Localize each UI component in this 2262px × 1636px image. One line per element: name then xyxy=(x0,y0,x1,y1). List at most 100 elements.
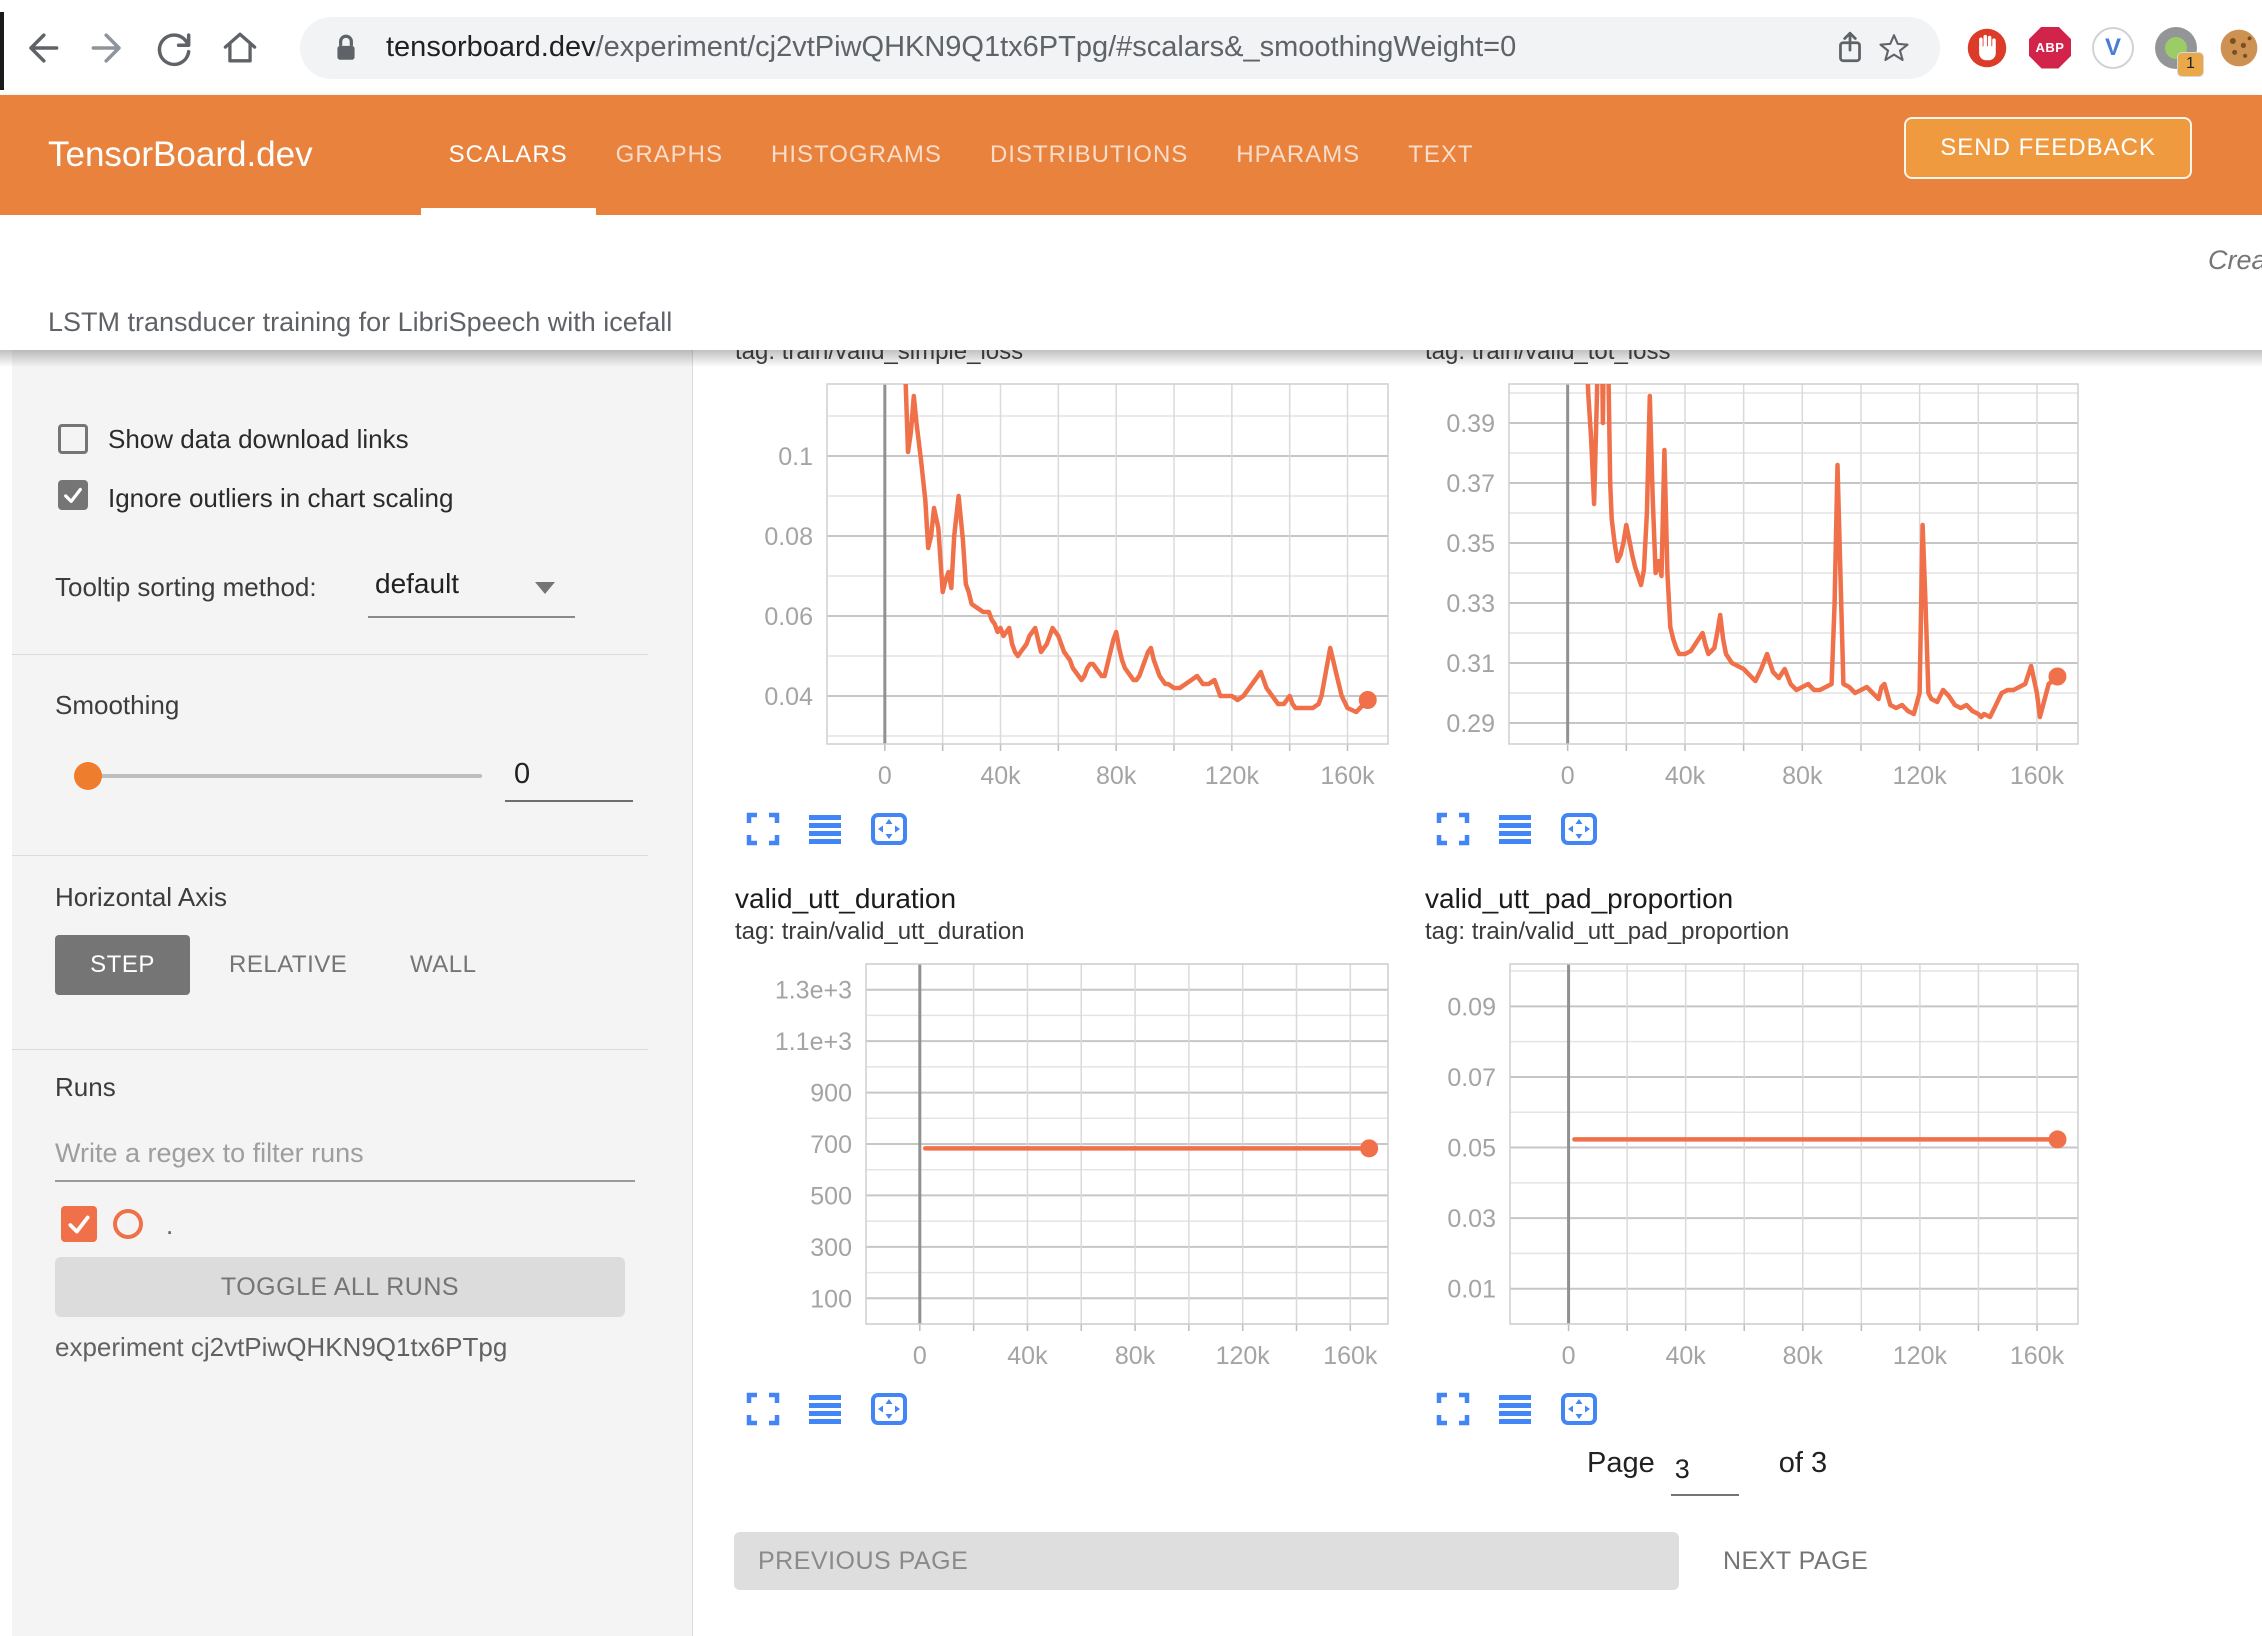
svg-text:80k: 80k xyxy=(1783,1342,1824,1370)
pan-zoom-icon[interactable] xyxy=(1559,811,1599,847)
main-content: Show data download links Ignore outliers… xyxy=(0,350,2262,1636)
next-page-button[interactable]: NEXT PAGE xyxy=(1717,1546,1874,1577)
page-label: Page xyxy=(1587,1447,1655,1480)
share-icon[interactable] xyxy=(1828,26,1872,70)
smoothing-value-underline xyxy=(505,800,633,802)
axis-relative-button[interactable]: RELATIVE xyxy=(223,950,353,980)
experiment-description: LSTM transducer training for LibriSpeech… xyxy=(48,307,672,338)
svg-text:160k: 160k xyxy=(1320,762,1375,790)
scalar-chart[interactable]: 1003005007009001.1e+31.3e+3040k80k120k16… xyxy=(723,949,1413,1379)
svg-text:80k: 80k xyxy=(1782,762,1823,790)
page-number-input[interactable]: 3 xyxy=(1671,1453,1739,1496)
bookmark-star-icon[interactable] xyxy=(1872,26,1916,70)
reload-icon xyxy=(152,26,196,70)
svg-text:120k: 120k xyxy=(1893,762,1948,790)
chart-tag: tag: train/valid_tot_loss xyxy=(1413,350,2103,369)
chart-toolbar xyxy=(723,799,1413,859)
pan-zoom-icon[interactable] xyxy=(1559,1391,1599,1427)
tooltip-sorting-dropdown[interactable]: default xyxy=(375,568,459,600)
smoothing-value-input[interactable]: 0 xyxy=(514,758,530,791)
fullscreen-icon[interactable] xyxy=(745,1391,781,1427)
smoothing-label: Smoothing xyxy=(55,690,179,721)
send-feedback-button[interactable]: SEND FEEDBACK xyxy=(1904,117,2192,179)
lock-icon xyxy=(324,26,368,70)
tab-histograms[interactable]: HISTOGRAMS xyxy=(747,95,966,215)
scalar-chart[interactable]: 0.010.030.050.070.09040k80k120k160k xyxy=(1413,949,2103,1379)
chart-toolbar xyxy=(723,1379,1413,1439)
tab-scalars[interactable]: SCALARS xyxy=(425,95,592,215)
tab-distributions[interactable]: DISTRIBUTIONS xyxy=(966,95,1212,215)
chart-card-valid-simple-loss: valid_simple_loss tag: train/valid_simpl… xyxy=(723,350,1413,859)
chart-title: valid_utt_pad_proportion xyxy=(1413,875,2103,915)
svg-text:0.35: 0.35 xyxy=(1446,530,1495,558)
profile-extension-icon[interactable]: 1 xyxy=(2155,27,2197,69)
chart-tag: tag: train/valid_utt_duration xyxy=(723,915,1413,949)
extensions-toolbar: ABP V 1 xyxy=(1966,27,2260,69)
page-input-underline xyxy=(1671,1494,1739,1496)
runs-selector-icon[interactable] xyxy=(807,1391,843,1427)
runs-selector-icon[interactable] xyxy=(1497,811,1533,847)
abp-extension-icon[interactable]: ABP xyxy=(2029,27,2071,69)
adblocker-hand-icon[interactable] xyxy=(1966,27,2008,69)
axis-wall-button[interactable]: WALL xyxy=(404,950,482,980)
ignore-outliers-checkbox[interactable] xyxy=(58,480,88,510)
chart-tag: tag: train/valid_simple_loss xyxy=(723,350,1413,369)
fullscreen-icon[interactable] xyxy=(1435,1391,1471,1427)
run-checkbox[interactable] xyxy=(61,1206,97,1242)
home-button[interactable] xyxy=(216,24,264,72)
browser-chrome: tensorboard.dev/experiment/cj2vtPiwQHKN9… xyxy=(0,0,2262,95)
fullscreen-icon[interactable] xyxy=(745,811,781,847)
chart-card-valid-tot-loss: valid_tot_loss tag: train/valid_tot_loss… xyxy=(1413,350,2103,859)
pan-zoom-icon[interactable] xyxy=(869,1391,909,1427)
svg-text:1.3e+3: 1.3e+3 xyxy=(775,977,852,1005)
svg-text:40k: 40k xyxy=(1666,1342,1707,1370)
svg-text:0.29: 0.29 xyxy=(1446,710,1495,738)
url-bar[interactable]: tensorboard.dev/experiment/cj2vtPiwQHKN9… xyxy=(300,17,1940,79)
vimium-label: V xyxy=(2105,34,2121,62)
smoothing-slider-thumb[interactable] xyxy=(74,762,102,790)
toggle-all-runs-button[interactable]: TOGGLE ALL RUNS xyxy=(55,1257,625,1317)
runs-filter-underline xyxy=(55,1180,635,1182)
url-path: /experiment/cj2vtPiwQHKN9Q1tx6PTpg/#scal… xyxy=(596,31,1517,63)
reload-button[interactable] xyxy=(150,24,198,72)
scalar-chart[interactable]: 0.040.060.080.1040k80k120k160k xyxy=(723,369,1413,799)
divider xyxy=(12,855,648,856)
show-download-links-checkbox[interactable] xyxy=(58,424,88,454)
chevron-down-icon[interactable] xyxy=(535,582,555,594)
pagination: Page 3 of 3 xyxy=(1587,1447,2262,1490)
svg-text:80k: 80k xyxy=(1096,762,1137,790)
divider xyxy=(12,654,648,655)
previous-page-button[interactable]: PREVIOUS PAGE xyxy=(734,1532,1679,1590)
runs-filter-input[interactable]: Write a regex to filter runs xyxy=(55,1138,364,1169)
tab-hparams[interactable]: HPARAMS xyxy=(1212,95,1384,215)
svg-text:160k: 160k xyxy=(1323,1342,1378,1370)
run-color-swatch[interactable] xyxy=(113,1209,143,1239)
smoothing-slider-track[interactable] xyxy=(88,774,482,778)
pan-zoom-icon[interactable] xyxy=(869,811,909,847)
svg-text:0.37: 0.37 xyxy=(1446,470,1495,498)
back-icon xyxy=(20,26,64,70)
page-of-label: of 3 xyxy=(1779,1447,1827,1480)
horizontal-axis-label: Horizontal Axis xyxy=(55,882,227,913)
svg-text:0.07: 0.07 xyxy=(1447,1064,1496,1092)
svg-text:0.05: 0.05 xyxy=(1447,1135,1496,1163)
cookie-extension-icon[interactable] xyxy=(2218,27,2260,69)
show-download-links-label: Show data download links xyxy=(108,424,409,455)
tab-text[interactable]: TEXT xyxy=(1384,95,1497,215)
axis-step-button[interactable]: STEP xyxy=(55,935,190,995)
runs-selector-icon[interactable] xyxy=(807,811,843,847)
divider xyxy=(12,1049,648,1050)
vimium-extension-icon[interactable]: V xyxy=(2092,27,2134,69)
svg-text:0.06: 0.06 xyxy=(764,603,813,631)
svg-text:40k: 40k xyxy=(1665,762,1706,790)
tab-graphs[interactable]: GRAPHS xyxy=(592,95,747,215)
fullscreen-icon[interactable] xyxy=(1435,811,1471,847)
svg-text:0: 0 xyxy=(1561,762,1575,790)
svg-text:40k: 40k xyxy=(1007,1342,1048,1370)
back-button[interactable] xyxy=(18,24,66,72)
svg-text:0.08: 0.08 xyxy=(764,523,813,551)
forward-button[interactable] xyxy=(84,24,132,72)
scalar-chart[interactable]: 0.290.310.330.350.370.39040k80k120k160k xyxy=(1413,369,2103,799)
runs-selector-icon[interactable] xyxy=(1497,1391,1533,1427)
check-icon xyxy=(66,1211,92,1237)
